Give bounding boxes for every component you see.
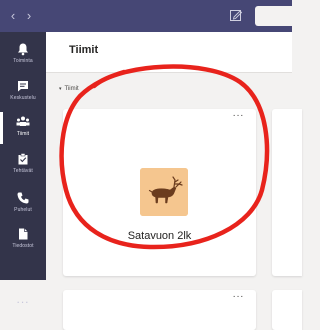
reindeer-icon xyxy=(140,168,188,216)
rail-item-keskustelu[interactable]: Keskustelu xyxy=(0,74,46,110)
page-title: Tiimit xyxy=(69,44,99,56)
rail-item-tiimit[interactable]: Tiimit xyxy=(0,110,46,146)
rail-item-label: Tiimit xyxy=(16,131,30,137)
bell-icon xyxy=(18,43,28,56)
team-group-header[interactable]: ▾ Tiimit xyxy=(59,86,79,92)
app-rail: Toiminta Keskustelu Tiimit Tehtävät Puhe… xyxy=(0,32,46,305)
files-icon xyxy=(19,228,28,240)
rail-item-label: Toiminta xyxy=(13,58,33,64)
rail-item-label: Keskustelu xyxy=(10,95,36,101)
rail-item-puhelut[interactable]: Puhelut xyxy=(0,186,46,222)
team-name: Satavuon 2lk xyxy=(127,230,192,242)
team-card[interactable]: ··· xyxy=(63,290,256,330)
rail-item-label: Tiedostot xyxy=(12,243,34,249)
page-header: Tiimit xyxy=(46,32,292,73)
chevron-right-icon[interactable]: › xyxy=(24,9,34,23)
rail-item-tiedostot[interactable]: Tiedostot xyxy=(0,222,46,258)
rail-item-label: Tehtävät xyxy=(13,168,33,174)
team-card[interactable]: ··· Satavuon 2lk xyxy=(63,109,256,276)
chevron-left-icon[interactable]: ‹ xyxy=(8,9,18,23)
more-options-icon[interactable]: ··· xyxy=(233,291,245,302)
team-avatar xyxy=(140,168,188,216)
chevron-down-icon: ▾ xyxy=(59,86,62,92)
title-bar: ‹ › xyxy=(0,0,299,32)
team-card[interactable] xyxy=(272,109,302,276)
more-options-icon[interactable]: ··· xyxy=(233,110,245,121)
team-card[interactable] xyxy=(272,290,302,330)
rail-item-label: Puhelut xyxy=(14,207,32,213)
assignments-icon xyxy=(18,153,28,165)
main-content: Tiimit ▾ Tiimit ··· Satavuon 2lk ··· xyxy=(46,32,302,330)
phone-icon xyxy=(17,192,29,204)
more-apps-icon[interactable]: ... xyxy=(0,293,46,305)
rail-item-toiminta[interactable]: Toiminta xyxy=(0,37,46,73)
compose-icon[interactable] xyxy=(229,8,243,22)
teams-icon xyxy=(16,116,30,126)
team-group-label: Tiimit xyxy=(64,86,79,92)
search-input[interactable] xyxy=(255,6,299,26)
chat-icon xyxy=(18,81,28,92)
rail-item-tehtavat[interactable]: Tehtävät xyxy=(0,147,46,183)
